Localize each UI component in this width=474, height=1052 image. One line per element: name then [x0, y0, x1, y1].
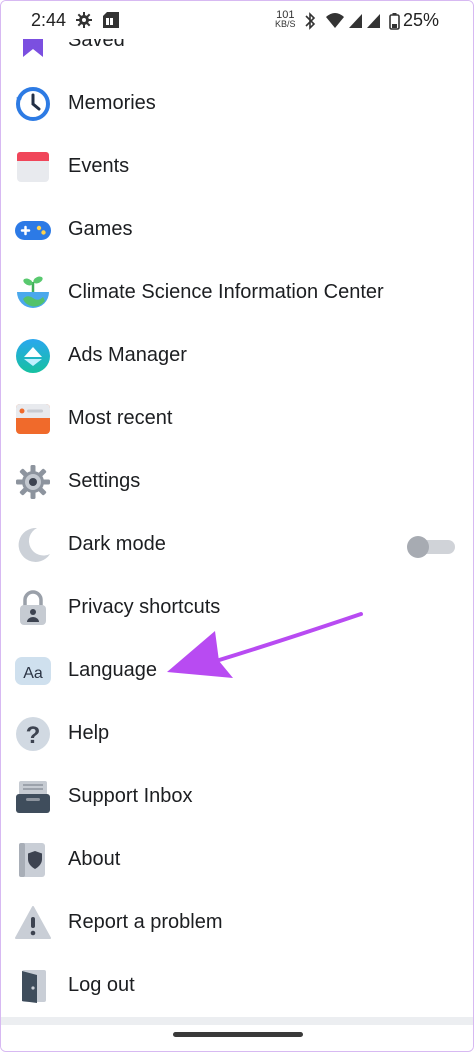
battery-percent: 25%	[403, 10, 440, 30]
svg-text:?: ?	[26, 722, 41, 749]
language-icon: Aa	[15, 657, 51, 685]
menu-label: Memories	[68, 92, 156, 114]
clock-history-icon	[16, 87, 50, 121]
bluetooth-icon	[305, 12, 316, 30]
book-shield-icon	[19, 843, 45, 877]
dark-mode-toggle[interactable]	[407, 536, 455, 558]
ads-manager-icon	[16, 339, 50, 373]
annotation-arrow	[167, 612, 363, 678]
feed-icon	[16, 404, 50, 434]
menu-item-games[interactable]: Games	[1, 197, 473, 260]
signal-icon-2	[367, 14, 380, 28]
lock-icon	[20, 590, 46, 625]
wifi-icon	[326, 13, 344, 28]
phone-screen: Saved Memories Events Games Climate Scie…	[0, 0, 474, 1052]
home-gesture-handle[interactable]	[173, 1032, 303, 1037]
gamepad-icon	[15, 221, 51, 240]
menu-item-memories[interactable]: Memories	[1, 71, 473, 134]
menu-label: Climate Science Information Center	[68, 281, 384, 303]
menu-label: About	[68, 848, 121, 870]
menu-item-report-problem[interactable]: Report a problem	[1, 890, 473, 953]
menu-label: Report a problem	[68, 911, 223, 933]
status-bar: 2:44 101 KB/S 25%	[1, 1, 473, 39]
menu-item-most-recent[interactable]: Most recent	[1, 386, 473, 449]
menu-label: Support Inbox	[68, 785, 193, 807]
settings-gear-icon	[76, 12, 92, 28]
sim-card-icon	[103, 12, 119, 28]
menu-label: Language	[68, 659, 157, 681]
network-speed: 101 KB/S	[275, 10, 296, 29]
menu-item-help[interactable]: ? Help	[1, 701, 473, 764]
svg-text:Aa: Aa	[23, 665, 43, 682]
menu-label: Dark mode	[68, 533, 166, 555]
menu-label: Log out	[68, 974, 135, 996]
moon-icon	[18, 527, 50, 562]
menu-label: Ads Manager	[68, 344, 187, 366]
status-icons	[305, 12, 400, 30]
door-icon	[22, 970, 46, 1003]
menu-item-support-inbox[interactable]: Support Inbox	[1, 764, 473, 827]
system-nav-bar	[1, 1025, 473, 1051]
toggle-knob	[407, 536, 429, 558]
question-icon: ?	[16, 717, 50, 751]
menu-item-settings[interactable]: Settings	[1, 449, 473, 512]
signal-icon-1	[349, 14, 362, 28]
status-time: 2:44	[31, 10, 67, 30]
menu-item-ads-manager[interactable]: Ads Manager	[1, 323, 473, 386]
plant-globe-icon	[17, 276, 49, 308]
inbox-icon	[16, 781, 50, 813]
menu-label: Settings	[68, 470, 141, 492]
menu-label: Help	[68, 722, 110, 744]
menu-item-dark-mode[interactable]: Dark mode	[1, 512, 473, 575]
menu-item-about[interactable]: About	[1, 827, 473, 890]
menu-label: Most recent	[68, 407, 173, 429]
menu-item-events[interactable]: Events	[1, 134, 473, 197]
bottom-separator	[1, 1017, 473, 1025]
menu-item-log-out[interactable]: Log out	[1, 953, 473, 1016]
calendar-icon	[17, 152, 49, 182]
menu-label: Events	[68, 155, 130, 177]
warning-icon	[15, 906, 51, 939]
menu-item-climate-science[interactable]: Climate Science Information Center	[1, 260, 473, 323]
network-speed-unit: KB/S	[275, 19, 296, 29]
menu-label: Games	[68, 218, 133, 240]
battery-icon	[389, 13, 400, 30]
gear-icon	[16, 465, 50, 499]
